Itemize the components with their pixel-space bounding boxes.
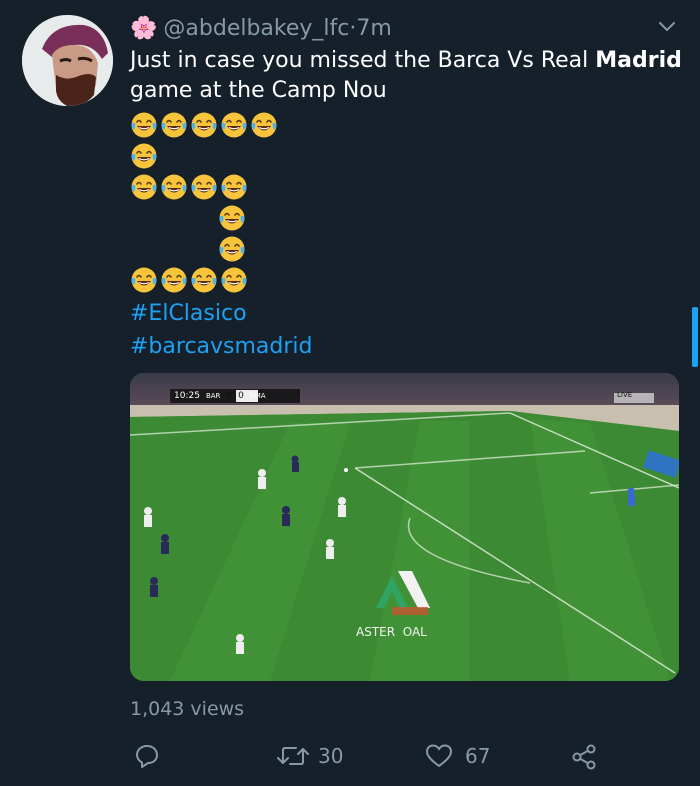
retweet-count: 30 <box>318 744 344 768</box>
emoji-row <box>130 173 248 201</box>
chevron-down-icon[interactable] <box>658 20 676 34</box>
share-button[interactable] <box>570 743 598 771</box>
face-with-tears-of-joy-icon <box>191 174 217 200</box>
face-with-tears-of-joy-icon <box>131 143 157 169</box>
face-with-tears-of-joy-icon <box>131 174 157 200</box>
face-with-tears-of-joy-icon <box>161 267 187 293</box>
away-score: 0 <box>238 391 244 401</box>
like-count: 67 <box>465 744 491 768</box>
face-with-tears-of-joy-icon <box>219 205 245 231</box>
reply-button[interactable] <box>134 743 160 769</box>
flower-icon: 🌸 <box>130 15 158 41</box>
retweet-icon <box>277 747 309 765</box>
face-with-tears-of-joy-icon <box>221 112 247 138</box>
match-clock: 10:25 <box>174 391 200 401</box>
emoji-row <box>130 142 158 170</box>
away-team: RMA <box>249 392 266 400</box>
tweet-text: Just in case you missed the Barca Vs Rea… <box>130 46 690 106</box>
tweet-text-part1: Just in case you missed the Barca Vs Rea… <box>130 48 596 73</box>
tweet-time[interactable]: 7m <box>356 16 391 41</box>
face-with-tears-of-joy-icon <box>131 267 157 293</box>
face-with-tears-of-joy-icon <box>221 174 247 200</box>
score-bug: 10:25 BAR 0 0 RMA <box>174 389 266 403</box>
tweet-text-part2: game at the Camp Nou <box>130 78 387 103</box>
view-count: 1,043 views <box>130 698 245 720</box>
scroll-indicator[interactable] <box>692 307 698 367</box>
face-with-tears-of-joy-icon <box>161 174 187 200</box>
reply-icon <box>136 745 158 768</box>
face-with-tears-of-joy-icon <box>191 267 217 293</box>
avatar[interactable] <box>22 15 113 106</box>
hashtag-elclasico[interactable]: #ElClasico <box>130 300 247 328</box>
home-team: BAR <box>205 392 221 400</box>
emoji-row <box>130 111 278 139</box>
share-icon <box>572 744 596 770</box>
like-button[interactable]: 67 <box>425 743 490 769</box>
video-watermark: ASTER OAL <box>356 625 427 639</box>
tweet-header: 🌸 @abdelbakey_lfc · 7m <box>130 16 392 41</box>
live-badge: LIVE <box>617 391 633 399</box>
retweet-button[interactable]: 30 <box>276 743 343 769</box>
emoji-row <box>130 266 248 294</box>
action-bar: 30 67 <box>0 740 700 774</box>
face-with-tears-of-joy-icon <box>131 112 157 138</box>
face-with-tears-of-joy-icon <box>251 112 277 138</box>
video-player[interactable]: 10:25 BAR 0 0 RMA LIVE ASTER OAL <box>130 373 679 681</box>
tweet-text-bold: Madrid <box>595 48 682 73</box>
face-with-tears-of-joy-icon <box>221 267 247 293</box>
face-with-tears-of-joy-icon <box>161 112 187 138</box>
hashtag-barcavsmadrid[interactable]: #barcavsmadrid <box>130 333 313 361</box>
emoji-row <box>218 235 246 263</box>
face-with-tears-of-joy-icon <box>191 112 217 138</box>
header-separator: · <box>349 16 357 41</box>
emoji-row <box>218 204 246 232</box>
home-score: 0 <box>226 391 233 401</box>
face-with-tears-of-joy-icon <box>219 236 245 262</box>
avatar-image <box>22 15 113 106</box>
heart-icon <box>426 744 452 767</box>
user-handle[interactable]: @abdelbakey_lfc <box>163 16 349 41</box>
